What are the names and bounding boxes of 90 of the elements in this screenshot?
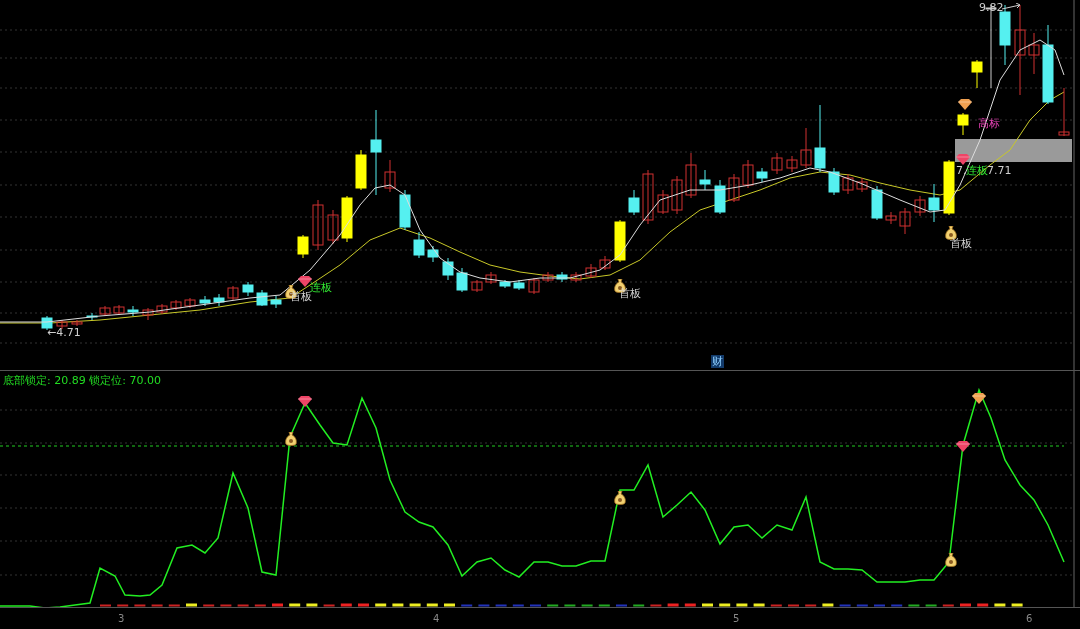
candlestick [786, 155, 798, 173]
candlestick [56, 319, 68, 330]
candlestick [1028, 32, 1040, 75]
candlestick [871, 185, 883, 221]
candlestick [614, 219, 626, 263]
candlestick [127, 305, 139, 317]
axis-tick-label: 4 [433, 613, 440, 624]
indicator-legend: 底部锁定: 20.89 锁定位: 70.00 [3, 373, 161, 388]
diamond-icon [956, 441, 970, 452]
candlestick [413, 231, 425, 259]
candlestick [657, 189, 669, 215]
candlestick [943, 159, 955, 216]
candlestick [599, 255, 611, 271]
candlestick [971, 59, 983, 89]
candlestick [585, 263, 597, 279]
candlestick [170, 299, 182, 311]
candlestick [499, 279, 511, 289]
candlestick [556, 271, 568, 283]
candlestick [156, 303, 168, 315]
candlestick [800, 127, 812, 169]
candlestick [184, 297, 196, 309]
signal-label: 7. [956, 164, 967, 177]
candlestick [699, 169, 711, 191]
candlestick [828, 167, 840, 196]
axis-tick-label: 3 [118, 613, 125, 624]
axis-tick-label: 5 [733, 613, 740, 624]
candlestick [771, 152, 783, 175]
candlestick [742, 159, 754, 189]
price-label: ←4.71 [47, 326, 81, 339]
candlestick [485, 271, 497, 285]
candlestick [570, 271, 582, 283]
candlestick [341, 195, 353, 243]
candlestick [756, 167, 768, 183]
diamond-icon [958, 99, 972, 110]
candlestick [685, 152, 697, 199]
candlestick [471, 279, 483, 293]
candlestick [242, 281, 254, 297]
finance-badge: 财 [711, 355, 724, 368]
candlestick [642, 169, 654, 225]
candlestick [528, 277, 540, 295]
candlestick [199, 295, 211, 307]
diamond-icon [298, 276, 312, 287]
signal-label: 连板 [310, 281, 332, 294]
signal-label: 首板 [950, 237, 972, 250]
price-label: 9.82 [979, 1, 1004, 14]
candlestick [399, 189, 411, 231]
candlestick [355, 149, 367, 191]
diamond-icon [298, 396, 312, 407]
candlestick [728, 173, 740, 203]
candlestick [456, 267, 468, 293]
candlestick [142, 307, 154, 321]
money-bag-icon [945, 226, 957, 240]
candlestick [1058, 87, 1070, 137]
candlestick [814, 104, 826, 173]
candlestick [256, 289, 268, 307]
money-bag-icon [614, 491, 626, 505]
candlestick [671, 175, 683, 215]
candlestick [312, 199, 324, 251]
signal-label: 7.71 [987, 164, 1012, 177]
money-bag-icon [945, 553, 957, 567]
candlestick [628, 189, 640, 216]
candlestick [213, 293, 225, 307]
candlestick [513, 279, 525, 291]
candlestick [384, 159, 396, 193]
candlestick [297, 234, 309, 259]
candlestick [885, 211, 897, 225]
candlestick [856, 177, 868, 193]
candlestick [914, 195, 926, 217]
candlestick [71, 319, 83, 327]
candlestick [99, 305, 111, 317]
candlestick [928, 183, 940, 223]
diamond-icon [972, 393, 986, 404]
candlestick [542, 271, 554, 283]
candlestick [442, 257, 454, 281]
money-bag-icon [285, 432, 297, 446]
candlestick [86, 312, 98, 321]
candlestick [227, 285, 239, 301]
candlestick [899, 207, 911, 235]
arrow-icon [1002, 3, 1022, 11]
candlestick [427, 245, 439, 263]
candlestick [957, 112, 969, 136]
candlestick [113, 304, 125, 316]
signal-label: 连板 [966, 164, 988, 177]
diamond-icon [956, 154, 970, 165]
candlestick [714, 179, 726, 215]
signal-label: 首板 [619, 287, 641, 300]
candlestick [842, 173, 854, 195]
axis-tick-label: 6 [1026, 613, 1033, 624]
candlestick [327, 209, 339, 245]
candlestick [270, 295, 282, 309]
